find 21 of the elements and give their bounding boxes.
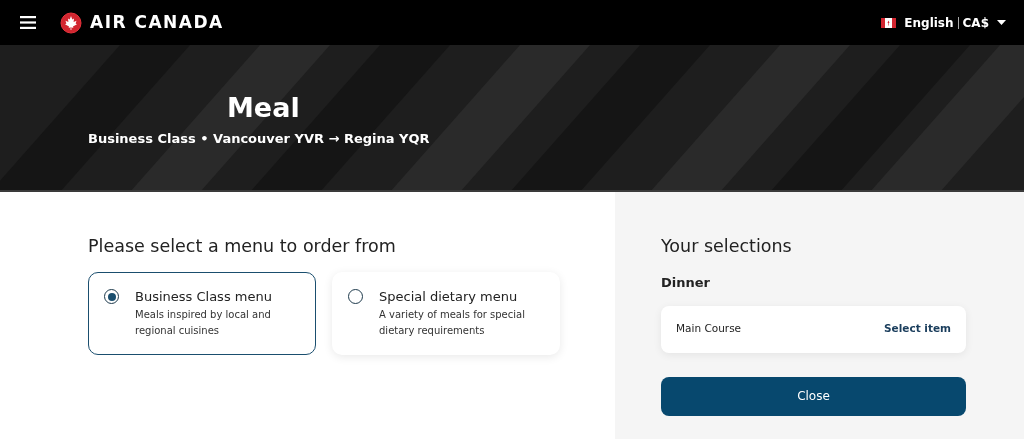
section-heading: Please select a menu to order from	[88, 236, 397, 257]
close-button[interactable]: Close	[661, 376, 966, 416]
caret-icon[interactable]	[997, 20, 1006, 25]
option-description: A variety of meals for special dietary requirements	[379, 307, 526, 338]
option-description: Meals inspired by local and regional cuisines	[135, 307, 272, 338]
selections-heading: Your selections	[661, 236, 793, 257]
flag-icon	[881, 17, 897, 28]
language-selector[interactable]: English	[904, 13, 954, 32]
menu-option-card[interactable]: Special dietary menu A variety of meals for special dietary requirements	[332, 272, 560, 355]
page-title: Meal	[227, 93, 301, 123]
option-title: Business Class menu	[135, 288, 273, 306]
meal-label: Dinner	[661, 274, 711, 292]
flight-subtitle: Business Class • Vancouver YVR → Regina YQR	[88, 129, 431, 148]
select-item-link[interactable]: Select item	[884, 321, 951, 337]
maple-leaf-logo-icon	[60, 11, 82, 34]
menu-option-card[interactable]: Business Class menu Meals inspired by local and regional cuisines	[88, 272, 316, 355]
option-title: Special dietary menu	[379, 288, 519, 306]
course-label: Main Course	[676, 321, 742, 337]
currency-selector[interactable]: CA$	[962, 13, 989, 32]
brand-name: AIR CANADA	[90, 10, 224, 34]
menu-icon[interactable]	[20, 16, 36, 29]
